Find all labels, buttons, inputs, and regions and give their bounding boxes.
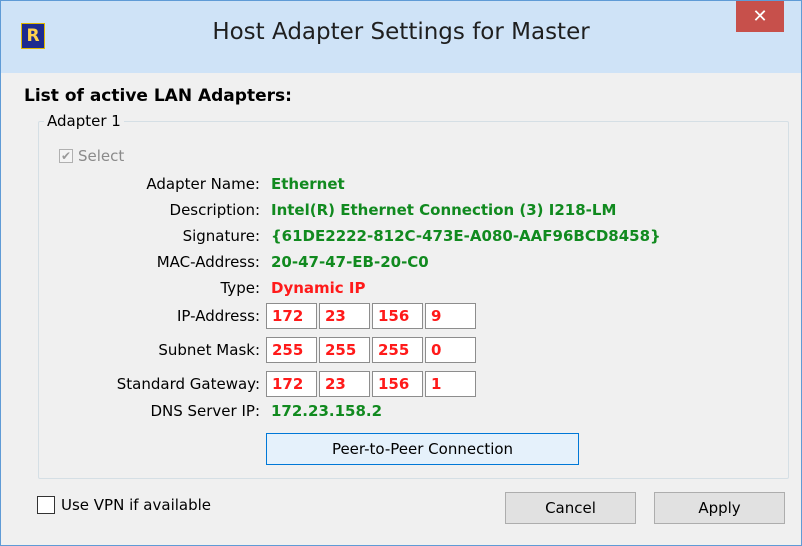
- adapter-group-title: Adapter 1: [44, 112, 124, 130]
- ip-address-octet-1[interactable]: 172: [266, 303, 317, 329]
- window-title: Host Adapter Settings for Master: [212, 19, 590, 45]
- adapters-heading: List of active LAN Adapters:: [24, 86, 292, 106]
- gateway-octet-1[interactable]: 172: [266, 371, 317, 397]
- gateway-octet-4[interactable]: 1: [425, 371, 476, 397]
- select-checkbox-row: ✔ Select: [59, 147, 124, 165]
- gateway-label: Standard Gateway:: [116, 375, 260, 393]
- description-value: Intel(R) Ethernet Connection (3) I218-LM: [271, 201, 617, 219]
- adapter-name-label: Adapter Name:: [146, 175, 260, 193]
- select-label: Select: [78, 147, 125, 165]
- type-label: Type:: [220, 279, 260, 297]
- ip-address-label: IP-Address:: [176, 307, 260, 325]
- subnet-mask-octet-1[interactable]: 255: [266, 337, 317, 363]
- subnet-mask-octet-3[interactable]: 255: [372, 337, 423, 363]
- signature-value: {61DE2222-812C-473E-A080-AAF96BCD8458}: [271, 227, 661, 245]
- gateway-octet-3[interactable]: 156: [372, 371, 423, 397]
- apply-button[interactable]: Apply: [654, 492, 785, 524]
- checkmark-icon: ✔: [60, 149, 72, 163]
- dialog-body: List of active LAN Adapters: Adapter 1 ✔…: [8, 73, 792, 537]
- vpn-checkbox[interactable]: [37, 496, 55, 514]
- subnet-mask-label: Subnet Mask:: [158, 341, 260, 359]
- description-label: Description:: [169, 201, 260, 219]
- dns-server-value: 172.23.158.2: [271, 402, 383, 420]
- subnet-mask-octet-4[interactable]: 0: [425, 337, 476, 363]
- ip-address-octet-2[interactable]: 23: [319, 303, 370, 329]
- vpn-label[interactable]: Use VPN if available: [61, 496, 211, 514]
- mac-address-label: MAC-Address:: [156, 253, 260, 271]
- ip-address-octet-4[interactable]: 9: [425, 303, 476, 329]
- select-checkbox: ✔: [59, 149, 73, 163]
- signature-label: Signature:: [182, 227, 260, 245]
- close-button[interactable]: ✕: [736, 1, 784, 32]
- title-bar[interactable]: R Host Adapter Settings for Master ✕: [1, 1, 801, 73]
- adapter-name-value: Ethernet: [271, 175, 345, 193]
- gateway-octet-2[interactable]: 23: [319, 371, 370, 397]
- subnet-mask-octet-2[interactable]: 255: [319, 337, 370, 363]
- cancel-button[interactable]: Cancel: [505, 492, 636, 524]
- app-icon: R: [21, 23, 45, 49]
- vpn-checkbox-row[interactable]: Use VPN if available: [37, 496, 211, 514]
- type-value: Dynamic IP: [271, 279, 366, 297]
- peer-to-peer-button[interactable]: Peer-to-Peer Connection: [266, 433, 579, 465]
- mac-address-value: 20-47-47-EB-20-C0: [271, 253, 429, 271]
- dns-server-label: DNS Server IP:: [150, 402, 260, 420]
- ip-address-octet-3[interactable]: 156: [372, 303, 423, 329]
- close-icon: ✕: [752, 6, 768, 27]
- dialog-window: R Host Adapter Settings for Master ✕ Lis…: [0, 0, 802, 546]
